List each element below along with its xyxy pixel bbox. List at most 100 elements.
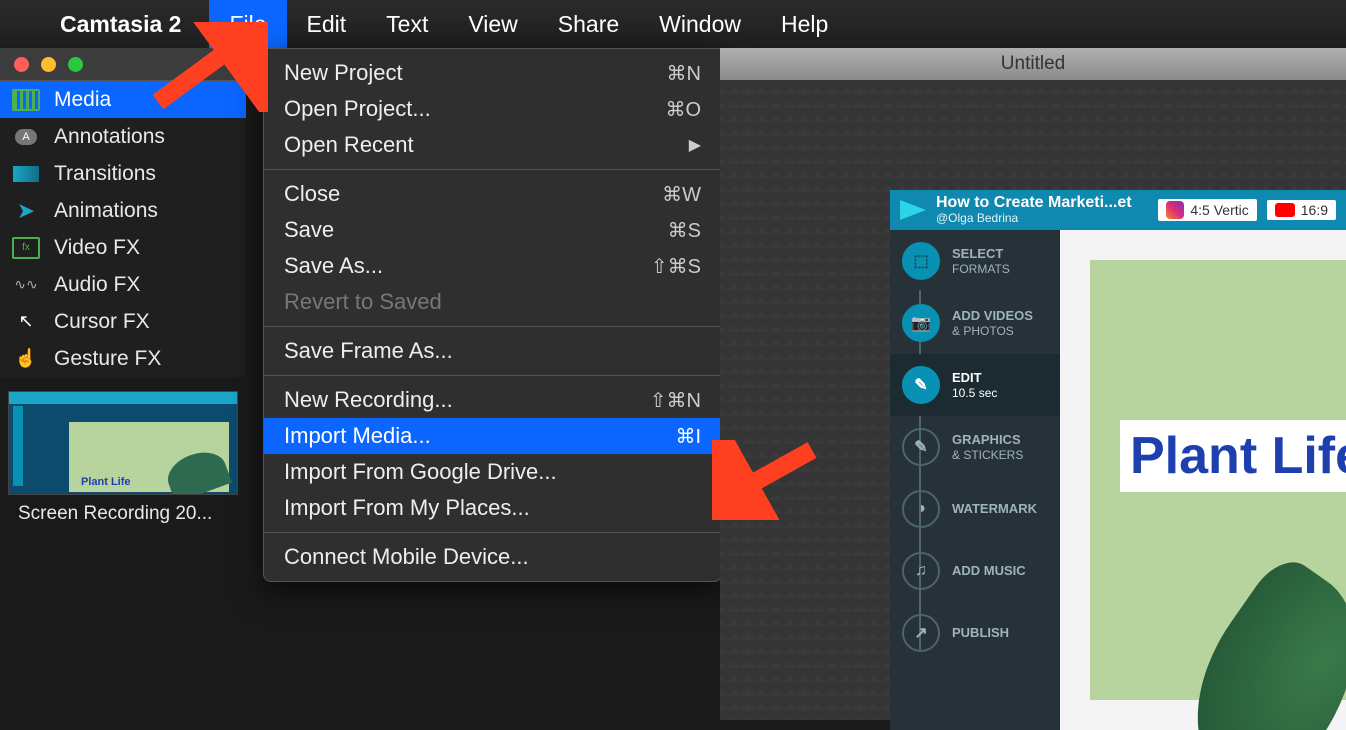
step-label: ADD VIDEOS& PHOTOS (952, 308, 1033, 338)
menu-item-open-recent[interactable]: Open Recent▶ (264, 127, 721, 163)
cursor-fx-icon: ↖ (18, 311, 33, 332)
sidebar-item-label: Animations (54, 199, 158, 223)
step-label: PUBLISH (952, 625, 1009, 641)
play-icon (900, 200, 926, 220)
menu-item-import-media[interactable]: Import Media... ⌘I (264, 418, 721, 454)
zoom-window[interactable] (68, 57, 83, 72)
project-topbar: How to Create Marketi...et @Olga Bedrina… (890, 190, 1346, 230)
menu-item-open-project[interactable]: Open Project... ⌘O (264, 91, 721, 127)
menu-shortcut: ⌘N (667, 61, 701, 86)
menu-item-label: Connect Mobile Device... (284, 544, 529, 570)
sidebar-item-media[interactable]: Media (0, 81, 246, 118)
menu-item-revert-to-saved: Revert to Saved (264, 284, 721, 320)
menu-shortcut: ⌘I (675, 424, 701, 449)
menu-item-label: Save As... (284, 253, 383, 279)
menubar: Camtasia 2 FileEditTextViewShareWindowHe… (0, 0, 1346, 48)
step-icon: ♫ (902, 552, 940, 590)
menu-item-save-frame-as[interactable]: Save Frame As... (264, 333, 721, 369)
menu-text[interactable]: Text (366, 0, 448, 48)
minimize-window[interactable] (41, 57, 56, 72)
tools-panel: Media A Annotations Transitions ➤ Animations V… (0, 48, 246, 525)
menu-item-label: Open Recent (284, 132, 414, 158)
youtube-icon (1275, 203, 1295, 217)
menu-item-save-as[interactable]: Save As... ⇧⌘S (264, 248, 721, 284)
format-chip-1[interactable]: 4:5 Vertic (1158, 199, 1256, 221)
menu-separator (264, 375, 721, 376)
menu-item-label: Revert to Saved (284, 289, 442, 315)
animations-icon: ➤ (17, 198, 35, 224)
menu-item-label: Save (284, 217, 334, 243)
menu-shortcut: ⇧⌘N (650, 388, 701, 413)
menu-separator (264, 532, 721, 533)
media-thumbnail[interactable]: Plant Life (8, 391, 238, 495)
menu-item-label: Close (284, 181, 340, 207)
gesture-fx-icon: ☝ (15, 348, 37, 369)
sidebar-item-label: Transitions (54, 162, 156, 186)
annotations-icon: A (15, 129, 37, 145)
step-edit[interactable]: ✎EDIT10.5 sec (890, 354, 1060, 416)
step-label: WATERMARK (952, 501, 1037, 517)
menu-item-label: Import From Google Drive... (284, 459, 557, 485)
menu-item-label: Import Media... (284, 423, 431, 449)
menu-item-new-project[interactable]: New Project ⌘N (264, 55, 721, 91)
step-label: ADD MUSIC (952, 563, 1026, 579)
instagram-icon (1166, 201, 1184, 219)
menu-item-connect-mobile-device[interactable]: Connect Mobile Device... (264, 539, 721, 575)
menu-item-label: New Recording... (284, 387, 453, 413)
sidebar-item-video-fx[interactable]: Video FX (0, 229, 246, 266)
menu-view[interactable]: View (448, 0, 537, 48)
menu-shortcut: ⌘O (665, 97, 701, 122)
sidebar-item-gesture-fx[interactable]: ☝ Gesture FX (0, 340, 246, 377)
sidebar-item-animations[interactable]: ➤ Animations (0, 192, 246, 229)
audio-fx-icon: ∿∿ (14, 276, 37, 293)
menu-share[interactable]: Share (538, 0, 639, 48)
menu-item-label: Import From My Places... (284, 495, 530, 521)
sidebar-item-cursor-fx[interactable]: ↖ Cursor FX (0, 303, 246, 340)
menu-item-label: New Project (284, 60, 403, 86)
sidebar: Media A Annotations Transitions ➤ Animations V… (0, 81, 246, 377)
menu-edit[interactable]: Edit (287, 0, 367, 48)
menu-item-label: Save Frame As... (284, 338, 453, 364)
menu-item-label: Open Project... (284, 96, 431, 122)
close-window[interactable] (14, 57, 29, 72)
app-name[interactable]: Camtasia 2 (60, 11, 181, 38)
project-author: @Olga Bedrina (936, 211, 1132, 225)
sidebar-item-annotations[interactable]: A Annotations (0, 118, 246, 155)
sidebar-item-label: Media (54, 88, 111, 112)
step-icon: ↗ (902, 614, 940, 652)
canvas-title-text[interactable]: Plant Life (1120, 420, 1346, 492)
menu-file[interactable]: File (209, 0, 286, 48)
step-add-videos[interactable]: 📷ADD VIDEOS& PHOTOS (890, 292, 1060, 354)
menu-separator (264, 169, 721, 170)
step-icon: ⬚ (902, 242, 940, 280)
menu-help[interactable]: Help (761, 0, 848, 48)
step-label: GRAPHICS& STICKERS (952, 432, 1023, 462)
menu-item-import-from-google-drive[interactable]: Import From Google Drive... (264, 454, 721, 490)
preview-canvas[interactable]: How to Create Marketi...et @Olga Bedrina… (890, 190, 1346, 730)
menu-shortcut: ⌘W (662, 182, 701, 207)
step-add-music[interactable]: ♫ ADD MUSIC (890, 540, 1060, 602)
sidebar-item-label: Gesture FX (54, 347, 161, 371)
menu-item-import-from-my-places[interactable]: Import From My Places... (264, 490, 721, 526)
menu-item-close[interactable]: Close ⌘W (264, 176, 721, 212)
step-watermark[interactable]: ◑ WATERMARK (890, 478, 1060, 540)
preview-area: Untitled How to Create Marketi...et @Olg… (720, 48, 1346, 720)
menu-shortcut: ⌘S (668, 218, 701, 243)
step-graphics[interactable]: ✎ GRAPHICS& STICKERS (890, 416, 1060, 478)
step-icon: ◑ (902, 490, 940, 528)
step-publish[interactable]: ↗ PUBLISH (890, 602, 1060, 664)
menu-shortcut: ⇧⌘S (651, 254, 701, 279)
menu-item-new-recording[interactable]: New Recording... ⇧⌘N (264, 382, 721, 418)
menu-window[interactable]: Window (639, 0, 761, 48)
sidebar-item-label: Video FX (54, 236, 140, 260)
step-icon: ✎ (902, 428, 940, 466)
sidebar-item-label: Annotations (54, 125, 165, 149)
menu-item-save[interactable]: Save ⌘S (264, 212, 721, 248)
sidebar-item-audio-fx[interactable]: ∿∿Audio FX (0, 266, 246, 303)
step-select[interactable]: ⬚ SELECTFORMATS (890, 230, 1060, 292)
file-menu-dropdown[interactable]: New Project ⌘N Open Project... ⌘O Open Recen… (263, 48, 722, 582)
format-chip-2[interactable]: 16:9 (1267, 200, 1336, 220)
sidebar-item-label: Cursor FX (54, 310, 150, 334)
sidebar-item-transitions[interactable]: Transitions (0, 155, 246, 192)
step-label: SELECTFORMATS (952, 246, 1010, 276)
